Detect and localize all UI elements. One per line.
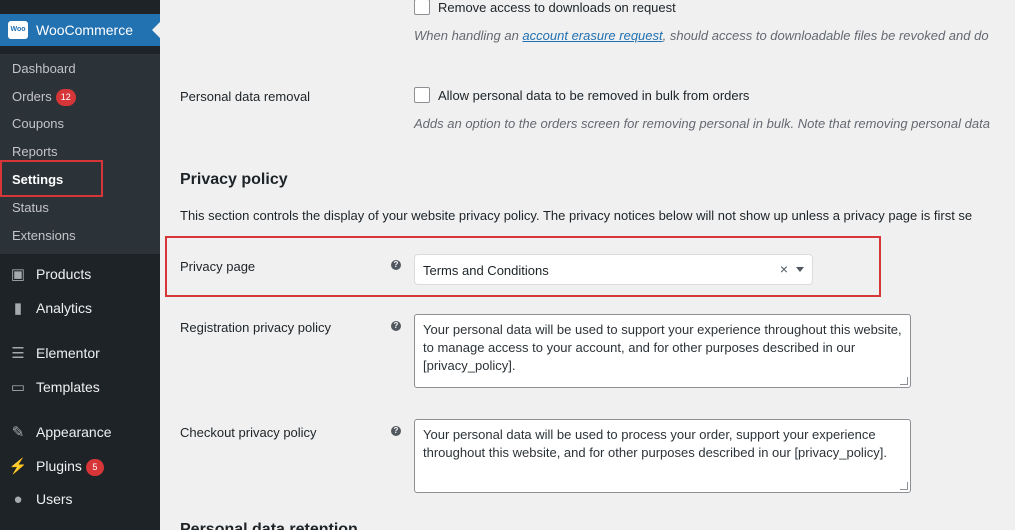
privacy-page-select[interactable]: Terms and Conditions ×: [414, 254, 813, 285]
resize-handle-icon[interactable]: [900, 377, 908, 385]
analytics-icon: ▮: [13, 300, 23, 317]
menu-appearance-label: Appearance: [36, 424, 112, 440]
chevron-down-icon[interactable]: [796, 267, 804, 272]
plugins-icon: ⚡: [8, 458, 28, 475]
menu-products[interactable]: ▣ Products: [8, 265, 91, 283]
menu-woocommerce-label: WooCommerce: [36, 22, 133, 38]
menu-templates[interactable]: ▭ Templates: [8, 378, 100, 396]
checkout-privacy-policy-label: Checkout privacy policy: [180, 425, 317, 440]
personal-data-removal-label: Personal data removal: [180, 89, 311, 104]
bulk-removal-checkbox[interactable]: [414, 87, 430, 103]
registration-policy-help-icon[interactable]: ?: [391, 321, 401, 331]
privacy-page-selected-value: Terms and Conditions: [423, 263, 549, 278]
remove-downloads-label: Remove access to downloads on request: [438, 0, 676, 15]
checkout-privacy-policy-textarea[interactable]: Your personal data will be used to proce…: [414, 419, 911, 493]
settings-highlight-box: [0, 160, 103, 197]
bulk-removal-checkbox-label: Allow personal data to be removed in bul…: [438, 88, 750, 103]
orders-count-badge: 12: [55, 89, 76, 106]
submenu-dashboard[interactable]: Dashboard: [12, 61, 76, 76]
privacy-page-label: Privacy page: [180, 259, 256, 274]
woocommerce-logo-icon: Woo: [8, 21, 28, 39]
submenu-coupons[interactable]: Coupons: [12, 116, 64, 131]
menu-templates-label: Templates: [36, 379, 100, 395]
privacy-policy-description: This section controls the display of you…: [180, 208, 973, 223]
submenu-orders[interactable]: Orders 12: [12, 89, 76, 106]
checkout-policy-text: Your personal data will be used to proce…: [423, 427, 887, 460]
personal-data-removal-description: Adds an option to the orders screen for …: [414, 116, 990, 131]
menu-elementor[interactable]: ☰ Elementor: [8, 344, 100, 362]
woocommerce-submenu: Dashboard Orders 12 Coupons Reports Setti…: [0, 54, 160, 254]
menu-woocommerce[interactable]: Woo WooCommerce: [0, 14, 160, 46]
registration-privacy-policy-label: Registration privacy policy: [180, 320, 332, 335]
plugins-count-badge: 5: [85, 459, 104, 476]
privacy-page-help-icon[interactable]: ?: [391, 260, 401, 270]
settings-content: Remove access to downloads on request Wh…: [160, 0, 1015, 530]
remove-downloads-desc-suffix: , should access to downloadable files be…: [662, 28, 989, 43]
submenu-extensions[interactable]: Extensions: [12, 228, 76, 243]
remove-downloads-description: When handling an account erasure request…: [414, 28, 989, 43]
menu-users[interactable]: ● Users: [8, 491, 73, 508]
submenu-orders-label: Orders: [12, 89, 52, 104]
privacy-policy-heading: Privacy policy: [180, 171, 288, 188]
menu-users-label: Users: [36, 491, 73, 507]
personal-data-retention-heading: Personal data retention: [180, 521, 358, 530]
remove-downloads-checkbox[interactable]: [414, 0, 430, 15]
resize-handle-icon[interactable]: [900, 482, 908, 490]
products-icon: ▣: [10, 266, 26, 283]
menu-elementor-label: Elementor: [36, 345, 100, 361]
account-erasure-request-link[interactable]: account erasure request: [522, 28, 662, 43]
checkout-policy-help-icon[interactable]: ?: [391, 426, 401, 436]
menu-plugins[interactable]: ⚡ Plugins 5: [8, 457, 104, 476]
menu-analytics-label: Analytics: [36, 300, 93, 316]
registration-policy-text: Your personal data will be used to suppo…: [423, 322, 902, 373]
appearance-icon: ✎: [11, 424, 25, 441]
remove-downloads-desc-prefix: When handling an: [414, 28, 523, 43]
menu-analytics[interactable]: ▮ Analytics: [8, 299, 92, 317]
elementor-icon: ☰: [11, 345, 25, 362]
admin-sidebar: Woo WooCommerce Dashboard Orders 12 Coupo…: [0, 0, 160, 530]
clear-selection-icon[interactable]: ×: [780, 261, 788, 277]
menu-plugins-label: Plugins: [36, 458, 82, 474]
templates-icon: ▭: [10, 379, 26, 396]
menu-products-label: Products: [36, 266, 92, 282]
submenu-status[interactable]: Status: [12, 200, 49, 215]
submenu-reports[interactable]: Reports: [12, 144, 58, 159]
menu-appearance[interactable]: ✎ Appearance: [8, 423, 112, 441]
users-icon: ●: [13, 491, 23, 508]
registration-privacy-policy-textarea[interactable]: Your personal data will be used to suppo…: [414, 314, 911, 388]
